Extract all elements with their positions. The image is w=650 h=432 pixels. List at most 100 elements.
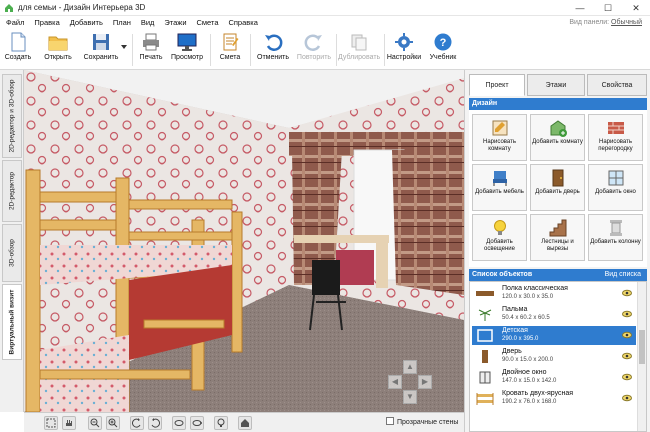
eye-icon[interactable]: [622, 394, 632, 402]
zoom-in-icon[interactable]: [106, 416, 120, 430]
tab-properties[interactable]: Свойства: [587, 74, 647, 96]
eye-icon[interactable]: [622, 310, 632, 318]
wall-icon: [607, 122, 624, 134]
home-icon[interactable]: [238, 416, 252, 430]
tab-3d-view[interactable]: 3D-обзор: [2, 224, 22, 282]
zoom-out-icon[interactable]: [88, 416, 102, 430]
duplicate-button[interactable]: Дублировать: [338, 32, 380, 68]
preview-button[interactable]: Просмотр: [170, 32, 204, 68]
title-bar: для семьи - Дизайн Интерьера 3D — ☐ ✕: [0, 0, 650, 16]
list-item[interactable]: Дверь 90.0 x 15.0 x 200.0: [472, 347, 636, 366]
objects-section-header: Список объектов Вид списка: [469, 269, 647, 281]
estimate-icon: [223, 33, 239, 51]
light-icon[interactable]: [214, 416, 228, 430]
menu-file[interactable]: Файл: [2, 16, 28, 30]
3d-viewport[interactable]: ▲ ◀ ▶ ▼: [24, 70, 464, 412]
view-panel-label: Вид панели:: [569, 19, 610, 26]
eye-icon[interactable]: [622, 352, 632, 360]
redo-button[interactable]: Повторить: [294, 32, 334, 68]
design-section-header: Дизайн: [469, 98, 647, 110]
menu-floors[interactable]: Этажи: [160, 16, 190, 30]
printer-icon: [143, 33, 159, 51]
transparent-walls-label: Прозрачные стены: [397, 419, 459, 426]
object-list-scrollbar[interactable]: [637, 282, 646, 431]
rotate-right-icon[interactable]: [148, 416, 162, 430]
menu-estimate[interactable]: Смета: [192, 16, 222, 30]
tab-2d-editor[interactable]: 2D-редактор: [2, 160, 22, 222]
room-thumbnail: [477, 329, 493, 342]
undo-label: Отменить: [257, 54, 289, 61]
transparent-walls-checkbox[interactable]: [386, 417, 394, 425]
bunk-bed-thumbnail: [476, 393, 494, 405]
add-furniture-button[interactable]: Добавить мебель: [472, 164, 527, 211]
list-item[interactable]: Двойное окно 147.0 x 15.0 x 142.0: [472, 368, 636, 387]
toolbar-divider: [250, 34, 251, 66]
estimate-button[interactable]: Смета: [214, 32, 246, 68]
eye-icon[interactable]: [622, 289, 632, 297]
add-window-button[interactable]: Добавить окно: [588, 164, 643, 211]
rotate-left-icon[interactable]: [130, 416, 144, 430]
tab-2d-and-3d[interactable]: 2D-редактор и 3D-обзор: [2, 74, 22, 158]
nav-left-icon[interactable]: ◀: [388, 375, 402, 389]
add-door-button[interactable]: Добавить дверь: [530, 164, 585, 211]
open-button[interactable]: Открыть: [40, 32, 76, 68]
draw-partition-label: Нарисовать перегородку: [598, 139, 633, 152]
add-room-button[interactable]: Добавить комнату: [530, 114, 585, 161]
add-column-button[interactable]: Добавить колонну: [588, 214, 643, 261]
list-view-toggle[interactable]: Вид списка: [605, 269, 641, 281]
orbit-right-icon[interactable]: [190, 416, 204, 430]
toolbar-divider: [132, 34, 133, 66]
draw-room-button[interactable]: Нарисовать комнату: [472, 114, 527, 161]
print-button[interactable]: Печать: [134, 32, 168, 68]
window-icon: [608, 170, 623, 186]
tutorial-button[interactable]: ? Учебник: [426, 32, 460, 68]
stairs-icon: [549, 219, 566, 237]
settings-button[interactable]: Настройки: [386, 32, 422, 68]
navigation-pad: ▲ ◀ ▶ ▼: [388, 360, 432, 404]
menu-edit[interactable]: Правка: [30, 16, 63, 30]
draw-room-label: Нарисовать комнату: [483, 139, 516, 152]
save-button[interactable]: Сохранить: [80, 32, 122, 68]
tab-floors[interactable]: Этажи: [527, 74, 585, 96]
view-toolbar: Прозрачные стены: [24, 412, 464, 432]
menu-add[interactable]: Добавить: [66, 16, 107, 30]
eye-icon[interactable]: [622, 373, 632, 381]
toolbar-divider: [336, 34, 337, 66]
add-room-label: Добавить комнату: [532, 139, 583, 145]
tutorial-label: Учебник: [429, 54, 457, 61]
add-door-label: Добавить дверь: [535, 189, 580, 195]
nav-down-icon[interactable]: ▼: [403, 390, 417, 404]
eye-icon[interactable]: [622, 331, 632, 339]
hand-icon[interactable]: [62, 416, 76, 430]
list-item[interactable]: Полка классическая 120.0 x 30.0 x 35.0: [472, 284, 636, 303]
orbit-left-icon[interactable]: [172, 416, 186, 430]
stairs-button[interactable]: Лестницы и вырезы: [530, 214, 585, 261]
list-item[interactable]: Пальма 50.4 x 60.2 x 60.5: [472, 305, 636, 324]
scrollbar-thumb[interactable]: [639, 330, 645, 364]
list-item[interactable]: Кровать двух-ярусная 190.2 x 76.0 x 168.…: [472, 389, 636, 408]
list-item-selected[interactable]: Детская 290.0 x 395.0: [472, 326, 636, 345]
add-lighting-button[interactable]: Добавить освещение: [472, 214, 527, 261]
draw-room-icon: [492, 120, 507, 136]
menu-plan[interactable]: План: [109, 16, 135, 30]
nav-right-icon[interactable]: ▶: [418, 375, 432, 389]
transparent-walls-toggle[interactable]: Прозрачные стены: [386, 417, 458, 426]
minimize-icon[interactable]: —: [566, 0, 594, 16]
add-room-icon: [550, 120, 567, 137]
view-panel-value[interactable]: Обычный: [611, 19, 642, 26]
close-icon[interactable]: ✕: [622, 0, 650, 16]
add-lighting-label: Добавить освещение: [483, 239, 515, 252]
maximize-icon[interactable]: ☐: [594, 0, 622, 16]
tab-virtual-visit[interactable]: Виртуальный визит: [2, 284, 22, 360]
draw-partition-button[interactable]: Нарисовать перегородку: [588, 114, 643, 161]
menu-help[interactable]: Справка: [224, 16, 261, 30]
gear-icon: [395, 33, 413, 51]
chair-icon: [492, 171, 507, 186]
menu-view[interactable]: Вид: [137, 16, 159, 30]
undo-button[interactable]: Отменить: [254, 32, 292, 68]
new-button[interactable]: Создать: [2, 32, 34, 68]
right-panel: Проект Этажи Свойства Дизайн Нарисовать …: [464, 70, 650, 432]
select-icon[interactable]: [44, 416, 58, 430]
nav-up-icon[interactable]: ▲: [403, 360, 417, 374]
tab-project[interactable]: Проект: [469, 74, 525, 96]
